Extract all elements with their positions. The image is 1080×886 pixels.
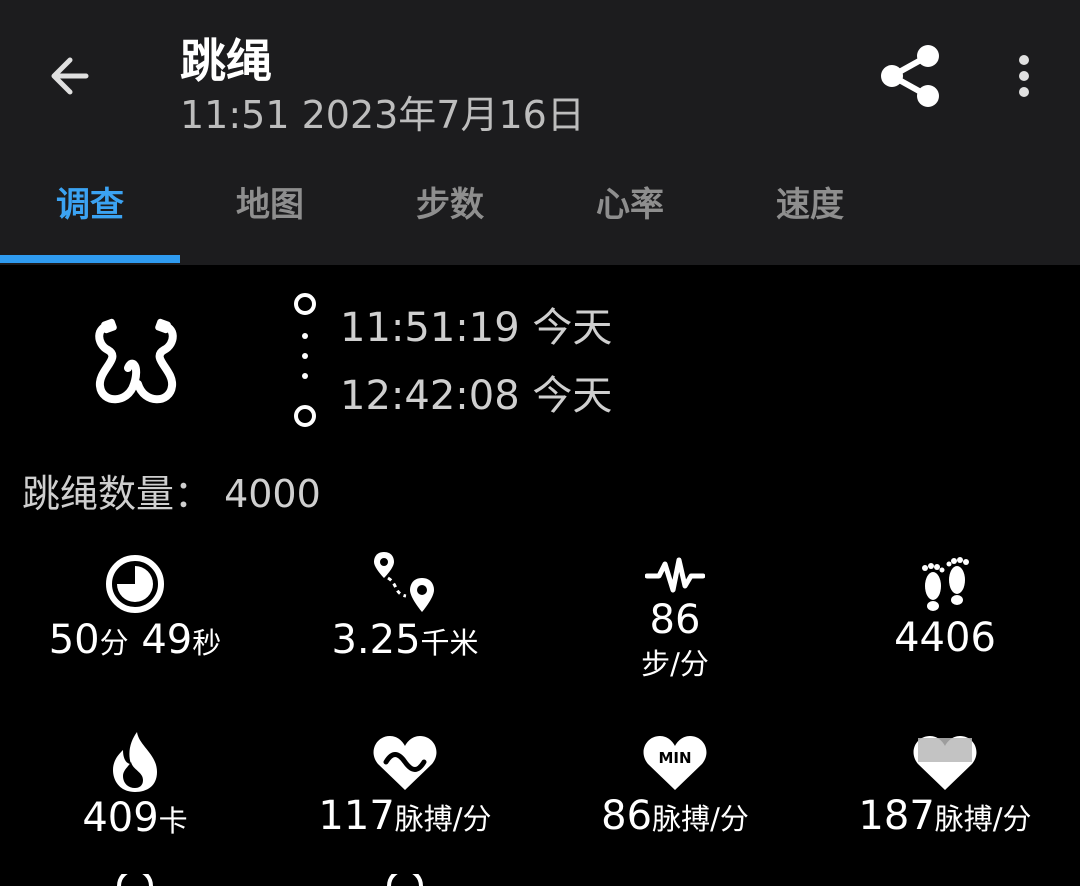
tab-bar: 调查 地图 步数 心率 速度 <box>0 160 1080 265</box>
start-time: 11:51:19 今天 <box>340 305 613 351</box>
cadence-value: 86 <box>649 597 701 643</box>
stat-steps: 4406 <box>810 550 1080 662</box>
stat-min-heart-rate: MIN 86脉搏/分 <box>540 734 810 843</box>
tab-survey[interactable]: 调查 <box>0 160 180 250</box>
max-heart-rate-value: 187脉搏/分 <box>858 793 1032 839</box>
avg-heart-rate-value: 117脉搏/分 <box>318 793 492 839</box>
partial-icon <box>117 874 153 886</box>
stat-cadence: 86 步/分 <box>540 556 810 684</box>
share-icon[interactable] <box>874 40 946 112</box>
stat-avg-heart-rate: 117脉搏/分 <box>270 734 540 843</box>
cadence-unit: 步/分 <box>641 647 709 681</box>
more-vertical-icon[interactable] <box>1004 48 1044 104</box>
tab-map[interactable]: 地图 <box>180 160 360 250</box>
partial-icon <box>387 874 423 886</box>
heart-max-icon <box>913 736 977 790</box>
jump-count: 跳绳数量： 4000 <box>22 472 321 516</box>
tab-steps[interactable]: 步数 <box>360 160 540 250</box>
jump-rope-icon <box>95 318 177 404</box>
footprints-icon <box>922 557 969 611</box>
distance-value: 3.25千米 <box>331 617 479 663</box>
stat-duration: 50分 49秒 <box>0 552 270 667</box>
tab-heart-rate[interactable]: 心率 <box>540 160 720 250</box>
heart-min-icon: MIN <box>643 736 707 790</box>
tab-speed[interactable]: 速度 <box>720 160 900 250</box>
min-heart-rate-value: 86脉搏/分 <box>601 793 749 839</box>
clock-icon <box>106 555 164 613</box>
back-arrow-icon[interactable] <box>42 48 98 104</box>
app-header: 跳绳 11:51 2023年7月16日 调查 地图 步数 心率 速度 <box>0 0 1080 265</box>
timeline-icon <box>294 293 316 427</box>
steps-value: 4406 <box>894 615 996 661</box>
page-title: 跳绳 <box>180 34 272 88</box>
fire-icon <box>113 732 157 792</box>
end-time: 12:42:08 今天 <box>340 373 613 419</box>
heart-min-label: MIN <box>658 749 691 767</box>
stat-max-heart-rate: 187脉搏/分 <box>810 734 1080 843</box>
pulse-icon <box>645 557 705 593</box>
calories-value: 409卡 <box>82 795 188 841</box>
stat-calories: 409卡 <box>0 730 270 845</box>
route-icon <box>374 552 434 612</box>
session-datetime: 11:51 2023年7月16日 <box>180 93 585 137</box>
active-tab-indicator <box>0 255 180 263</box>
stat-distance: 3.25千米 <box>270 548 540 667</box>
duration-value: 50分 49秒 <box>48 617 222 663</box>
heart-wave-icon <box>373 736 437 790</box>
